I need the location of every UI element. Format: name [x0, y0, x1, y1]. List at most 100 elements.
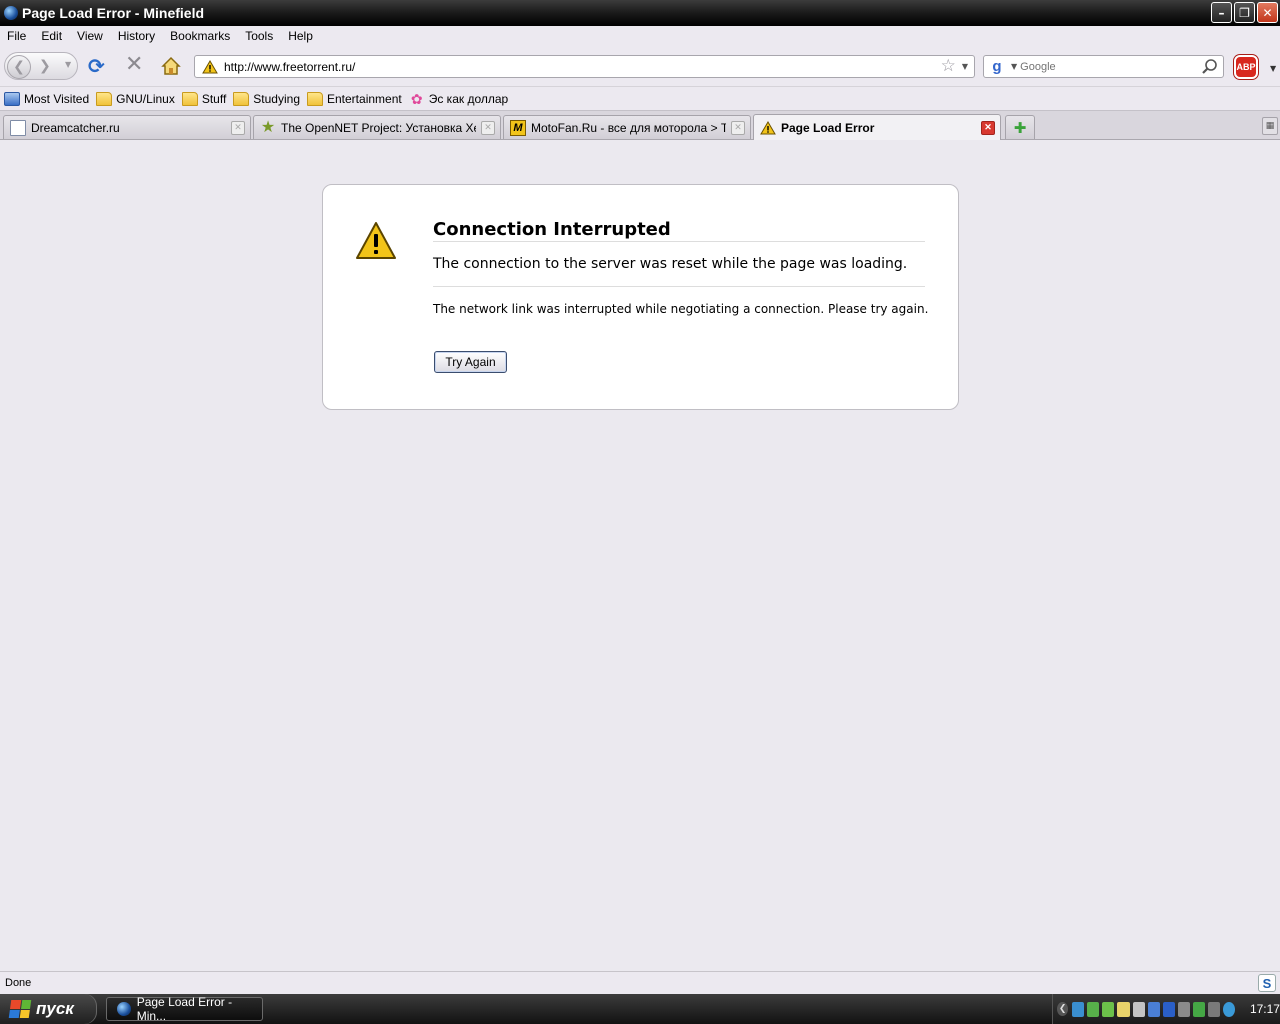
tab-opennet[interactable]: ★ The OpenNET Project: Установка Xen ...…	[253, 115, 501, 139]
bookmark-folder-entertainment[interactable]: Entertainment	[307, 91, 402, 106]
search-icon[interactable]	[1201, 58, 1219, 76]
taskbar-clock: 17:17	[1249, 1002, 1280, 1016]
history-dropdown-icon[interactable]: ▼	[65, 60, 71, 69]
home-icon	[161, 56, 181, 75]
volume-icon[interactable]	[1177, 1001, 1190, 1017]
reload-icon: ⟳	[88, 54, 105, 78]
back-arrow-icon: ❮	[13, 59, 25, 75]
windows-taskbar: пуск Page Load Error - Min... ❮ 17:17	[0, 994, 1280, 1024]
search-engine-dropdown-icon[interactable]: ▼	[1011, 62, 1017, 71]
warning-icon	[760, 120, 776, 134]
menu-edit[interactable]: Edit	[34, 29, 70, 43]
bookmark-label: Most Visited	[24, 91, 90, 106]
url-text[interactable]: http://www.freetorrent.ru/	[224, 60, 941, 74]
plus-icon: ✚	[1013, 118, 1027, 137]
warning-icon	[356, 222, 396, 259]
adblock-plus-button[interactable]: ABP	[1234, 55, 1258, 79]
star-icon: ★	[260, 118, 276, 136]
network-connections-icon[interactable]	[1147, 1001, 1160, 1017]
menu-history[interactable]: History	[111, 29, 163, 43]
messenger-icon[interactable]	[1087, 1001, 1100, 1017]
folder-icon	[96, 91, 113, 106]
tab-motofan[interactable]: M MotoFan.Ru - все для моторола > То... …	[503, 115, 751, 139]
stop-icon: ✕	[125, 52, 144, 77]
app-tray-icon[interactable]	[1102, 1001, 1115, 1017]
tab-close-icon[interactable]: ✕	[981, 120, 995, 135]
system-tray: ❮ 17:17	[1052, 994, 1280, 1024]
google-engine-icon[interactable]: g	[986, 56, 1008, 77]
bookmark-folder-gnu-linux[interactable]: GNU/Linux	[96, 91, 175, 106]
bookmark-star-icon[interactable]: ☆	[941, 58, 956, 75]
search-input[interactable]	[1020, 60, 1201, 73]
search-bar[interactable]: g ▼	[983, 55, 1224, 78]
home-button[interactable]	[160, 55, 182, 77]
menu-tools[interactable]: Tools	[238, 29, 281, 43]
bookmarks-toolbar: Most Visited GNU/Linux Stuff Studying En…	[0, 86, 1280, 110]
notes-icon[interactable]	[1117, 1001, 1130, 1017]
list-all-tabs-button[interactable]: ▦	[1262, 117, 1278, 135]
url-dropdown-icon[interactable]: ▼	[962, 62, 968, 71]
adblock-dropdown-icon[interactable]: ▼	[1270, 64, 1276, 73]
globe-icon[interactable]	[1222, 1001, 1235, 1017]
tray-expand-icon[interactable]: ❮	[1057, 1002, 1069, 1016]
bookmark-label: Эс как доллар	[428, 91, 509, 106]
tab-bar: Dreamcatcher.ru ✕ ★ The OpenNET Project:…	[0, 110, 1280, 140]
url-bar[interactable]: http://www.freetorrent.ru/ ☆ ▼	[194, 55, 975, 78]
close-window-button[interactable]: ✕	[1257, 2, 1278, 23]
tab-close-icon[interactable]: ✕	[481, 120, 495, 135]
menu-bookmarks[interactable]: Bookmarks	[163, 29, 238, 43]
window-title-bar[interactable]: Page Load Error - Minefield – ❐ ✕	[0, 0, 1280, 26]
menu-bar: File Edit View History Bookmarks Tools H…	[0, 26, 1280, 46]
start-button[interactable]: пуск	[0, 994, 97, 1024]
windows-logo-icon	[8, 1000, 32, 1018]
page-icon	[10, 119, 26, 136]
bookmark-label: Studying	[253, 91, 300, 106]
minimize-button[interactable]: –	[1211, 2, 1232, 23]
taskbar-window-button[interactable]: Page Load Error - Min...	[106, 995, 263, 1023]
bluetooth-icon[interactable]	[1162, 1001, 1175, 1017]
bookmark-most-visited[interactable]: Most Visited	[4, 91, 90, 106]
try-again-button[interactable]: Try Again	[434, 351, 507, 373]
tab-dreamcatcher[interactable]: Dreamcatcher.ru ✕	[3, 115, 251, 139]
folder-icon	[181, 91, 198, 106]
new-tab-button[interactable]: ✚	[1005, 115, 1035, 139]
stop-button[interactable]: ✕	[125, 54, 143, 76]
bookmark-es-kak-dollar[interactable]: ✿ Эс как доллар	[409, 91, 509, 106]
bookmark-label: Stuff	[201, 91, 227, 106]
menu-view[interactable]: View	[70, 29, 111, 43]
window-controls: – ❐ ✕	[1211, 2, 1278, 23]
tab-label: Dreamcatcher.ru	[31, 120, 120, 135]
navigation-toolbar: ❮ ❯ ▼ ⟳ ✕ http://www.freetorrent.ru/ ☆ ▼…	[0, 46, 1280, 86]
warning-icon	[202, 59, 218, 73]
bookmark-label: GNU/Linux	[116, 91, 175, 106]
forward-button[interactable]: ❯	[39, 58, 51, 74]
bookmark-folder-studying[interactable]: Studying	[233, 91, 300, 106]
network-icon[interactable]	[1072, 1001, 1085, 1017]
menu-file[interactable]: File	[0, 29, 34, 43]
status-text: Done	[5, 977, 32, 989]
folder-icon	[233, 91, 250, 106]
language-indicator-icon[interactable]	[1207, 1001, 1220, 1017]
bookmark-folder-stuff[interactable]: Stuff	[181, 91, 227, 106]
error-long-description: The network link was interrupted while n…	[433, 302, 929, 316]
minefield-app-icon	[4, 6, 18, 20]
reload-button[interactable]: ⟳	[88, 56, 105, 76]
bookmark-label: Entertainment	[327, 91, 402, 106]
minefield-app-icon	[117, 1002, 131, 1016]
most-visited-icon	[4, 91, 20, 106]
motofan-icon: M	[510, 119, 526, 136]
tab-close-icon[interactable]: ✕	[231, 120, 245, 135]
back-button[interactable]: ❮	[7, 55, 31, 79]
folder-icon	[307, 91, 323, 106]
forward-arrow-icon: ❯	[39, 58, 51, 74]
error-page-container: Connection Interrupted The connection to…	[322, 184, 959, 410]
maximize-button[interactable]: ❐	[1234, 2, 1255, 23]
status-s-icon[interactable]: S	[1258, 974, 1276, 992]
menu-help[interactable]: Help	[281, 29, 321, 43]
pen-icon[interactable]	[1132, 1001, 1145, 1017]
utorrent-icon[interactable]	[1192, 1001, 1205, 1017]
tab-close-icon[interactable]: ✕	[731, 120, 745, 135]
tab-page-load-error[interactable]: Page Load Error ✕	[753, 114, 1001, 140]
error-short-description: The connection to the server was reset w…	[433, 256, 925, 287]
window-title: Page Load Error - Minefield	[22, 5, 205, 21]
